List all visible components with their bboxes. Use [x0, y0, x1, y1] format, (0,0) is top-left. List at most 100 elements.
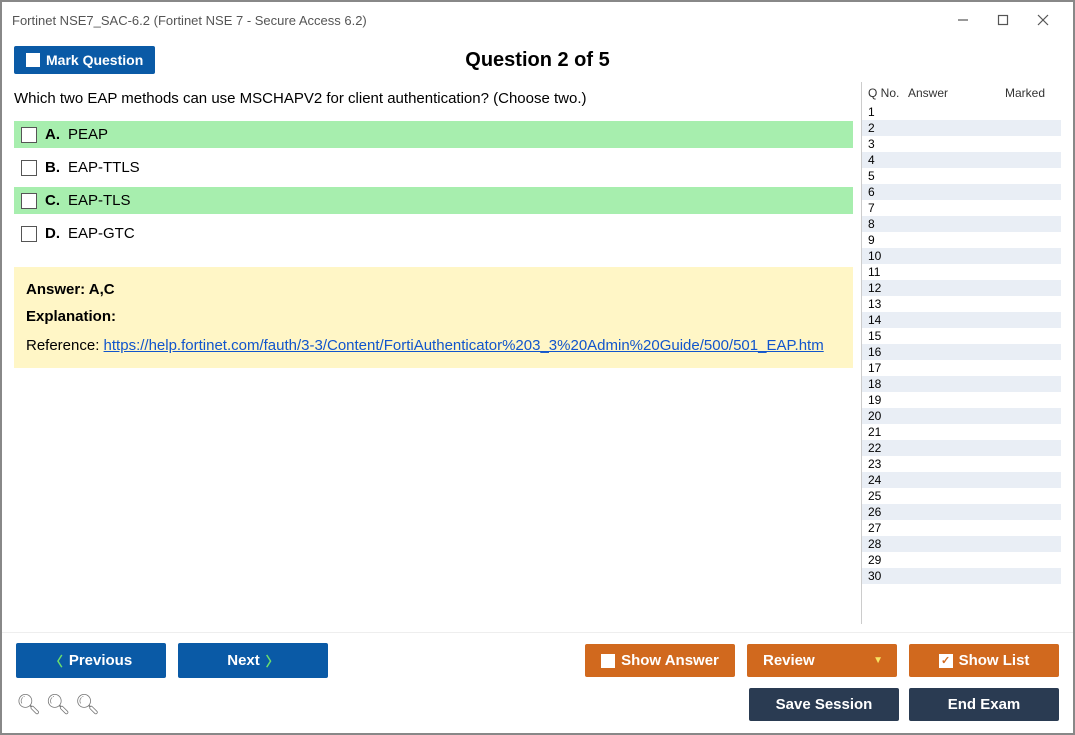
- question-list-row[interactable]: 26: [862, 504, 1061, 520]
- question-list-row[interactable]: 21: [862, 424, 1061, 440]
- show-answer-button[interactable]: Show Answer: [585, 644, 735, 677]
- titlebar-controls: [943, 8, 1063, 32]
- col-marked: Marked: [1005, 86, 1055, 100]
- question-list-row[interactable]: 3: [862, 136, 1061, 152]
- question-list-row[interactable]: 9: [862, 232, 1061, 248]
- row-number: 7: [868, 201, 908, 215]
- row-number: 29: [868, 553, 908, 567]
- header-row: Mark Question Question 2 of 5: [2, 38, 1073, 82]
- previous-label: Previous: [69, 652, 132, 669]
- row-number: 9: [868, 233, 908, 247]
- reference-line: Reference: https://help.fortinet.com/fau…: [26, 337, 841, 354]
- row-number: 1: [868, 105, 908, 119]
- col-answer: Answer: [908, 86, 1005, 100]
- mark-label: Mark Question: [46, 52, 143, 68]
- zoom-reset-icon[interactable]: 🔍︎: [45, 692, 70, 717]
- row-number: 10: [868, 249, 908, 263]
- next-button[interactable]: Next 〉: [178, 643, 328, 678]
- question-list-row[interactable]: 2: [862, 120, 1061, 136]
- option[interactable]: A. PEAP: [14, 121, 853, 148]
- answer-panel: Answer: A,C Explanation: Reference: http…: [14, 267, 853, 368]
- question-list-row[interactable]: 1: [862, 104, 1061, 120]
- end-exam-button[interactable]: End Exam: [909, 688, 1059, 721]
- question-list-row[interactable]: 5: [862, 168, 1061, 184]
- option-checkbox[interactable]: [21, 193, 37, 209]
- question-list-row[interactable]: 25: [862, 488, 1061, 504]
- question-list-row[interactable]: 16: [862, 344, 1061, 360]
- question-list-row[interactable]: 17: [862, 360, 1061, 376]
- option-text: EAP-TTLS: [68, 159, 140, 176]
- next-label: Next: [227, 652, 260, 669]
- close-button[interactable]: [1023, 8, 1063, 32]
- titlebar: Fortinet NSE7_SAC-6.2 (Fortinet NSE 7 - …: [2, 2, 1073, 38]
- question-list-row[interactable]: 13: [862, 296, 1061, 312]
- review-label: Review: [763, 652, 815, 669]
- row-number: 11: [868, 265, 908, 279]
- row-number: 5: [868, 169, 908, 183]
- question-list-row[interactable]: 11: [862, 264, 1061, 280]
- zoom-controls: 🔍︎ 🔍︎ 🔍︎: [16, 692, 100, 717]
- question-list-row[interactable]: 27: [862, 520, 1061, 536]
- main-panel: Which two EAP methods can use MSCHAPV2 f…: [14, 82, 853, 624]
- option-letter: D.: [45, 225, 60, 242]
- checkbox-icon: [601, 654, 615, 668]
- question-list-row[interactable]: 29: [862, 552, 1061, 568]
- footer: 〈 Previous Next 〉 Show Answer Review ▼ ✓…: [2, 632, 1073, 733]
- option-checkbox[interactable]: [21, 127, 37, 143]
- right-arrow-icon: 〉: [266, 651, 279, 670]
- row-number: 14: [868, 313, 908, 327]
- question-list-row[interactable]: 15: [862, 328, 1061, 344]
- previous-button[interactable]: 〈 Previous: [16, 643, 166, 678]
- question-list-row[interactable]: 28: [862, 536, 1061, 552]
- reference-link[interactable]: https://help.fortinet.com/fauth/3-3/Cont…: [104, 337, 824, 354]
- zoom-out-icon[interactable]: 🔍︎: [75, 692, 100, 717]
- mark-checkbox-icon: [26, 53, 40, 67]
- question-list-row[interactable]: 10: [862, 248, 1061, 264]
- footer-row-secondary: 🔍︎ 🔍︎ 🔍︎ Save Session End Exam: [16, 688, 1059, 721]
- row-number: 21: [868, 425, 908, 439]
- question-list-row[interactable]: 6: [862, 184, 1061, 200]
- question-list-row[interactable]: 18: [862, 376, 1061, 392]
- question-list-row[interactable]: 4: [862, 152, 1061, 168]
- question-list-row[interactable]: 22: [862, 440, 1061, 456]
- question-list[interactable]: 1234567891011121314151617181920212223242…: [862, 104, 1061, 624]
- question-list-row[interactable]: 14: [862, 312, 1061, 328]
- window-title: Fortinet NSE7_SAC-6.2 (Fortinet NSE 7 - …: [12, 13, 367, 28]
- option-text: EAP-TLS: [68, 192, 131, 209]
- question-list-row[interactable]: 20: [862, 408, 1061, 424]
- row-number: 12: [868, 281, 908, 295]
- zoom-in-icon[interactable]: 🔍︎: [16, 692, 41, 717]
- option-checkbox[interactable]: [21, 226, 37, 242]
- row-number: 22: [868, 441, 908, 455]
- minimize-button[interactable]: [943, 8, 983, 32]
- option-letter: B.: [45, 159, 60, 176]
- save-session-button[interactable]: Save Session: [749, 688, 899, 721]
- checkbox-checked-icon: ✓: [939, 654, 953, 668]
- option[interactable]: C. EAP-TLS: [14, 187, 853, 214]
- row-number: 25: [868, 489, 908, 503]
- row-number: 27: [868, 521, 908, 535]
- maximize-button[interactable]: [983, 8, 1023, 32]
- answer-line: Answer: A,C: [26, 281, 841, 298]
- option-checkbox[interactable]: [21, 160, 37, 176]
- question-list-row[interactable]: 19: [862, 392, 1061, 408]
- option[interactable]: D. EAP-GTC: [14, 220, 853, 247]
- option[interactable]: B. EAP-TTLS: [14, 154, 853, 181]
- mark-question-button[interactable]: Mark Question: [14, 46, 155, 74]
- question-list-row[interactable]: 12: [862, 280, 1061, 296]
- show-list-button[interactable]: ✓ Show List: [909, 644, 1059, 677]
- question-list-row[interactable]: 30: [862, 568, 1061, 584]
- row-number: 28: [868, 537, 908, 551]
- show-answer-label: Show Answer: [621, 652, 719, 669]
- question-list-row[interactable]: 8: [862, 216, 1061, 232]
- question-counter: Question 2 of 5: [465, 49, 609, 72]
- question-list-row[interactable]: 24: [862, 472, 1061, 488]
- question-list-row[interactable]: 23: [862, 456, 1061, 472]
- question-list-row[interactable]: 7: [862, 200, 1061, 216]
- review-button[interactable]: Review ▼: [747, 644, 897, 677]
- row-number: 16: [868, 345, 908, 359]
- content-row: Which two EAP methods can use MSCHAPV2 f…: [2, 82, 1073, 632]
- row-number: 30: [868, 569, 908, 583]
- footer-row-primary: 〈 Previous Next 〉 Show Answer Review ▼ ✓…: [16, 643, 1059, 678]
- row-number: 24: [868, 473, 908, 487]
